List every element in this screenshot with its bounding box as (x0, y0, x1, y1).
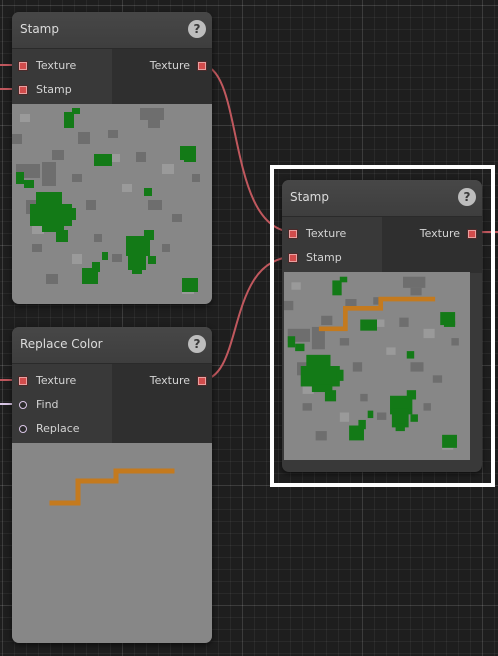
input-port-stamp[interactable]: Stamp (16, 81, 72, 99)
node-title: Stamp (20, 22, 59, 36)
output-port-texture[interactable]: Texture (150, 57, 208, 75)
output-port-texture[interactable]: Texture (150, 372, 208, 390)
square-socket-icon[interactable] (198, 62, 206, 70)
texture-preview (12, 104, 212, 304)
input-port-texture[interactable]: Texture (16, 372, 76, 390)
node-header[interactable]: Stamp ? (282, 180, 482, 217)
port-label: Texture (149, 59, 190, 72)
square-socket-icon[interactable] (198, 377, 206, 385)
round-socket-icon[interactable] (19, 425, 27, 433)
square-socket-icon[interactable] (468, 230, 476, 238)
node-ports: Texture Find Replace Texture (12, 364, 212, 444)
port-label: Stamp (36, 83, 72, 96)
stamp-node-selected[interactable]: Stamp ? Texture Stamp Texture (282, 180, 482, 472)
wire-stamp-to-stamp[interactable] (200, 64, 295, 233)
wire-replace-to-stamp[interactable] (200, 256, 295, 381)
port-label: Stamp (306, 251, 342, 264)
input-port-stamp[interactable]: Stamp (286, 249, 342, 267)
input-port-texture[interactable]: Texture (16, 57, 76, 75)
node-header[interactable]: Stamp ? (12, 12, 212, 49)
texture-preview (12, 443, 212, 643)
node-header[interactable]: Replace Color ? (12, 327, 212, 364)
output-port-texture[interactable]: Texture (420, 225, 478, 243)
square-socket-icon[interactable] (19, 62, 27, 70)
texture-preview (284, 272, 470, 460)
help-icon[interactable]: ? (458, 188, 476, 206)
square-socket-icon[interactable] (19, 86, 27, 94)
port-label: Texture (36, 374, 77, 387)
round-socket-icon[interactable] (19, 401, 27, 409)
input-port-replace[interactable]: Replace (16, 420, 80, 438)
node-ports: Texture Stamp Texture (282, 217, 482, 273)
replace-color-node[interactable]: Replace Color ? Texture Find Replace Tex… (12, 327, 212, 643)
node-title: Stamp (290, 190, 329, 204)
node-title: Replace Color (20, 337, 103, 351)
help-icon[interactable]: ? (188, 20, 206, 38)
square-socket-icon[interactable] (19, 377, 27, 385)
port-label: Texture (149, 374, 190, 387)
port-label: Replace (36, 422, 80, 435)
square-socket-icon[interactable] (289, 230, 297, 238)
port-label: Texture (306, 227, 347, 240)
node-ports: Texture Stamp Texture (12, 49, 212, 105)
square-socket-icon[interactable] (289, 254, 297, 262)
port-label: Texture (36, 59, 77, 72)
input-port-find[interactable]: Find (16, 396, 59, 414)
port-label: Texture (419, 227, 460, 240)
help-icon[interactable]: ? (188, 335, 206, 353)
port-label: Find (36, 398, 59, 411)
input-port-texture[interactable]: Texture (286, 225, 346, 243)
stamp-node-left[interactable]: Stamp ? Texture Stamp Texture (12, 12, 212, 304)
